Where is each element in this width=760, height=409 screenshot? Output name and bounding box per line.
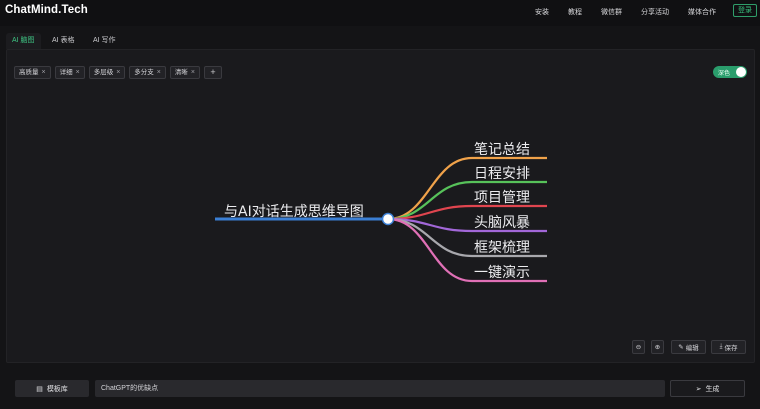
template-library-label: 模板库 xyxy=(46,385,68,393)
template-library-button[interactable]: ▤ 模板库 xyxy=(15,380,89,397)
branch-node-label[interactable]: 笔记总结 xyxy=(474,142,530,158)
document-icon: ▤ xyxy=(36,385,43,393)
zoom-in-button[interactable]: ⊕ xyxy=(651,340,664,354)
branch-node-label[interactable]: 框架梳理 xyxy=(474,240,530,256)
branch-node-label[interactable]: 头脑风暴 xyxy=(474,215,530,231)
zoom-out-button[interactable]: ⊖ xyxy=(632,340,645,354)
mindmap: 与AI对话生成思维导图 笔记总结日程安排项目管理头脑风暴框架梳理一键演示 xyxy=(215,142,547,283)
send-icon: ➢ xyxy=(695,385,702,393)
save-label: 保存 xyxy=(724,345,738,352)
zoom-out-icon: ⊖ xyxy=(635,344,642,351)
branch-node-label[interactable]: 一键演示 xyxy=(474,265,530,281)
download-icon: ⤓ xyxy=(719,343,723,350)
pencil-icon: ✎ xyxy=(678,344,684,351)
root-node-label[interactable]: 与AI对话生成思维导图 xyxy=(224,204,364,220)
edit-label: 编辑 xyxy=(685,345,699,352)
branch-node-label[interactable]: 项目管理 xyxy=(474,190,530,206)
branch-node-label[interactable]: 日程安排 xyxy=(474,166,530,182)
generate-label: 生成 xyxy=(705,385,720,393)
prompt-input[interactable]: ChatGPT的优缺点 xyxy=(95,380,665,397)
root-node-handle[interactable] xyxy=(381,212,395,226)
generate-button[interactable]: ➢ 生成 xyxy=(670,380,745,397)
zoom-in-icon: ⊕ xyxy=(654,344,661,351)
edit-button[interactable]: ✎ 编辑 xyxy=(671,340,706,354)
save-button[interactable]: ⤓ 保存 xyxy=(711,340,746,354)
